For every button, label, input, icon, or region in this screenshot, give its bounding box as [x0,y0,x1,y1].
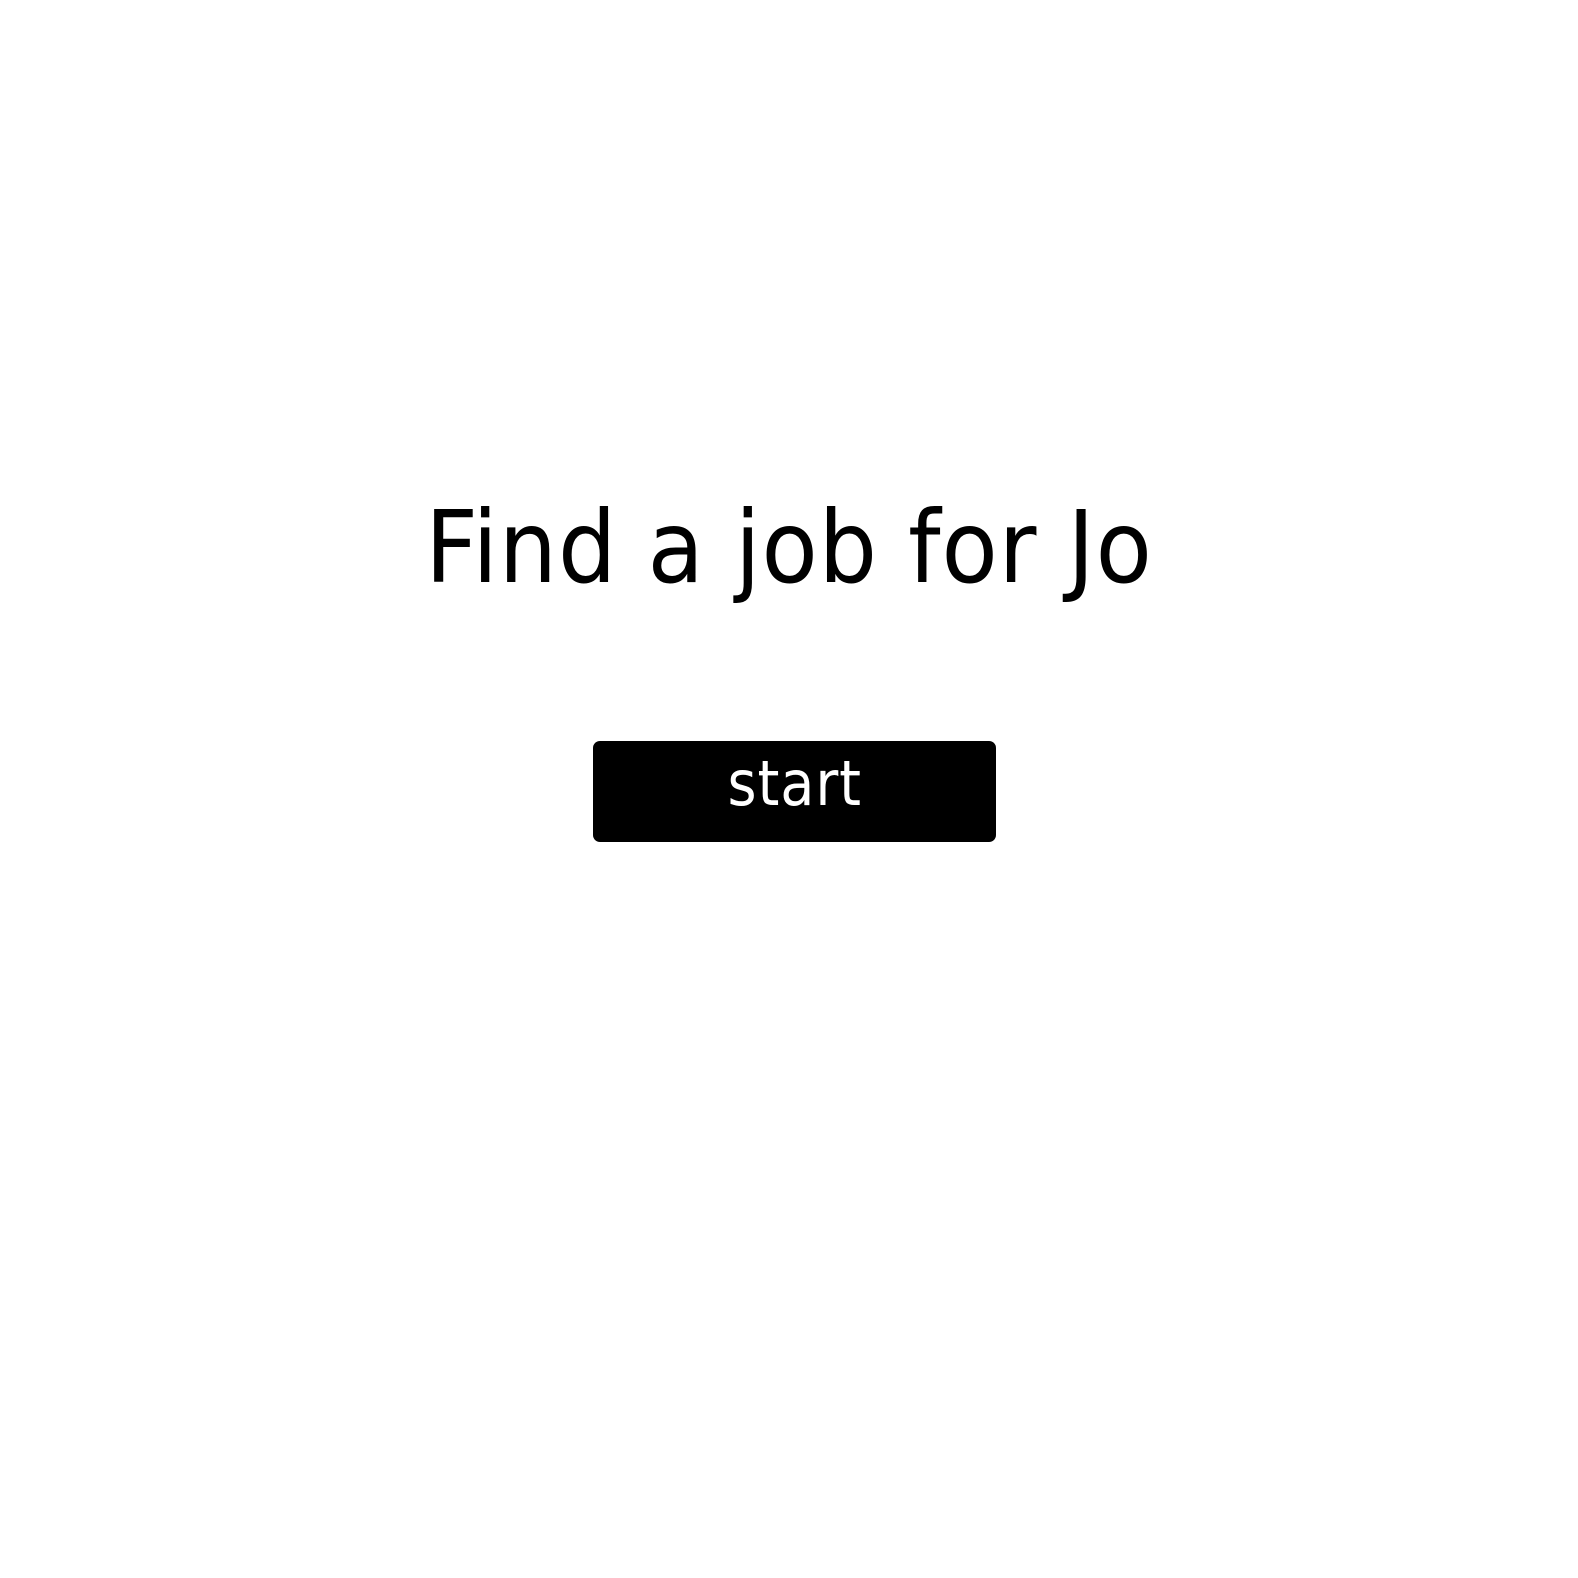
start-button-label: start [727,747,862,820]
start-button[interactable]: start [593,741,996,842]
title-screen: Find a job for Jo start [0,0,1578,1578]
game-title: Find a job for Jo [425,489,1153,606]
